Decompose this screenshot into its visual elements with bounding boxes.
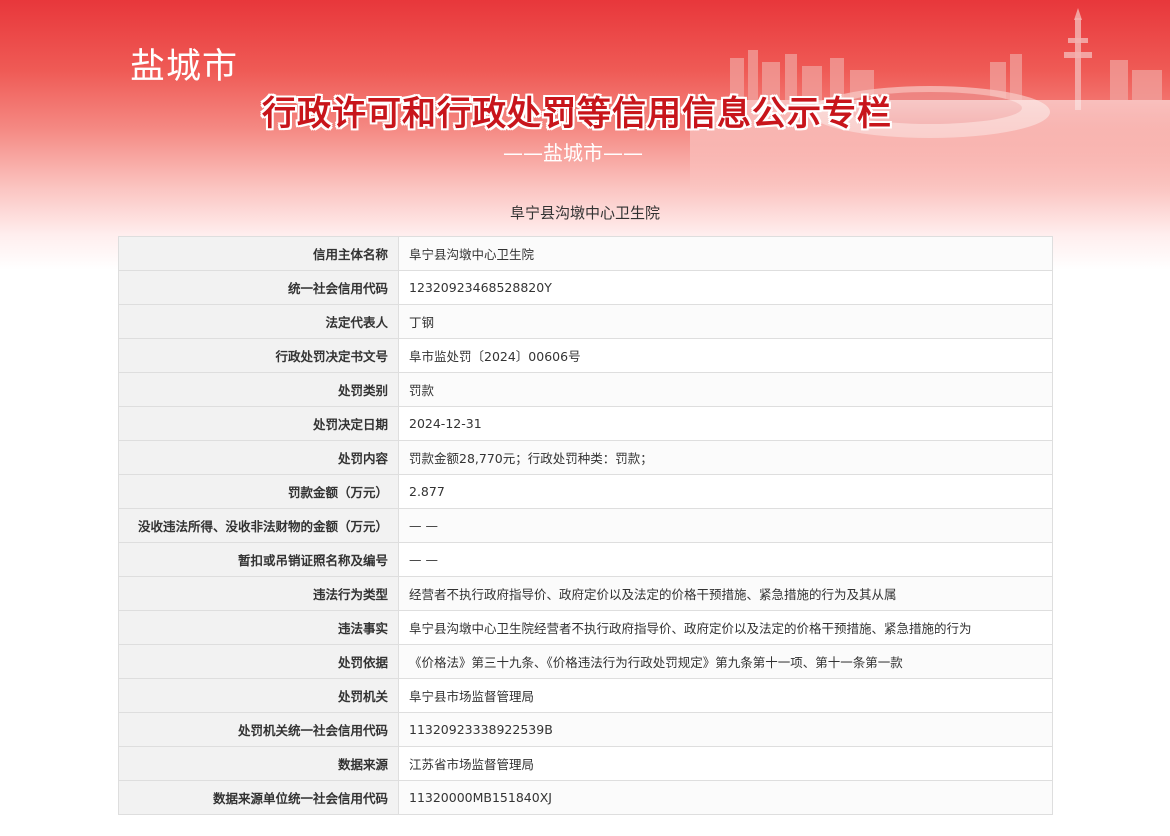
row-value: 11320000MB151840XJ — [398, 780, 1053, 815]
row-value: 阜宁县沟墩中心卫生院经营者不执行政府指导价、政府定价以及法定的价格干预措施、紧急… — [398, 610, 1053, 645]
table-row: 处罚机关统一社会信用代码 11320923338922539B — [118, 712, 1053, 747]
row-label: 数据来源单位统一社会信用代码 — [118, 780, 399, 815]
entity-heading: 阜宁县沟墩中心卫生院 — [509, 204, 660, 222]
table-row: 数据来源 江苏省市场监督管理局 — [118, 746, 1053, 781]
table-row: 暂扣或吊销证照名称及编号 — — — [118, 542, 1053, 577]
row-value: 《价格法》第三十九条、《价格违法行为行政处罚规定》第九条第十一项、第十一条第一款 — [398, 644, 1053, 679]
page-subtitle: ——盐城市—— — [503, 141, 643, 165]
city-name: 盐城市 — [130, 47, 239, 87]
table-row: 处罚依据 《价格法》第三十九条、《价格违法行为行政处罚规定》第九条第十一项、第十一… — [118, 644, 1053, 679]
table-row: 没收违法所得、没收非法财物的金额（万元） — — — [118, 508, 1053, 543]
row-value: — — — [398, 508, 1053, 543]
row-value: 丁钢 — [398, 304, 1053, 339]
row-value: 江苏省市场监督管理局 — [398, 746, 1053, 781]
row-label: 法定代表人 — [118, 304, 399, 339]
row-label: 行政处罚决定书文号 — [118, 338, 399, 373]
row-label: 数据来源 — [118, 746, 399, 781]
row-value: 2.877 — [398, 474, 1053, 509]
row-label: 统一社会信用代码 — [118, 270, 399, 305]
table-row: 法定代表人 丁钢 — [118, 304, 1053, 339]
table-row: 违法事实 阜宁县沟墩中心卫生院经营者不执行政府指导价、政府定价以及法定的价格干预措… — [118, 610, 1053, 645]
row-value: 罚款 — [398, 372, 1053, 407]
row-label: 违法行为类型 — [118, 576, 399, 611]
table-row: 信用主体名称 阜宁县沟墩中心卫生院 — [118, 236, 1053, 271]
row-value: 11320923338922539B — [398, 712, 1053, 747]
table-row: 处罚类别 罚款 — [118, 372, 1053, 407]
page-title: 行政许可和行政处罚等信用信息公示专栏 — [262, 94, 892, 134]
row-value: 阜宁县市场监督管理局 — [398, 678, 1053, 713]
row-value: — — — [398, 542, 1053, 577]
row-label: 罚款金额（万元） — [118, 474, 399, 509]
row-value: 阜宁县沟墩中心卫生院 — [398, 236, 1053, 271]
row-label: 处罚类别 — [118, 372, 399, 407]
row-label: 信用主体名称 — [118, 236, 399, 271]
row-label: 处罚决定日期 — [118, 406, 399, 441]
credit-info-table: 信用主体名称 阜宁县沟墩中心卫生院 统一社会信用代码 123209234685288… — [118, 236, 1053, 815]
row-label: 处罚机关统一社会信用代码 — [118, 712, 399, 747]
row-label: 违法事实 — [118, 610, 399, 645]
header-banner: 盐城市 行政许可和行政处罚等信用信息公示专栏 ——盐城市—— — [0, 0, 1170, 270]
row-label: 处罚机关 — [118, 678, 399, 713]
table-row: 罚款金额（万元） 2.877 — [118, 474, 1053, 509]
row-value: 经营者不执行政府指导价、政府定价以及法定的价格干预措施、紧急措施的行为及其从属 — [398, 576, 1053, 611]
row-value: 12320923468528820Y — [398, 270, 1053, 305]
row-label: 处罚依据 — [118, 644, 399, 679]
table-row: 违法行为类型 经营者不执行政府指导价、政府定价以及法定的价格干预措施、紧急措施的行… — [118, 576, 1053, 611]
row-label: 处罚内容 — [118, 440, 399, 475]
table-row: 统一社会信用代码 12320923468528820Y — [118, 270, 1053, 305]
table-row: 处罚内容 罚款金额28,770元；行政处罚种类：罚款； — [118, 440, 1053, 475]
row-label: 暂扣或吊销证照名称及编号 — [118, 542, 399, 577]
row-label: 没收违法所得、没收非法财物的金额（万元） — [118, 508, 399, 543]
table-row: 处罚机关 阜宁县市场监督管理局 — [118, 678, 1053, 713]
row-value: 阜市监处罚〔2024〕00606号 — [398, 338, 1053, 373]
row-value: 2024-12-31 — [398, 406, 1053, 441]
table-row: 数据来源单位统一社会信用代码 11320000MB151840XJ — [118, 780, 1053, 815]
table-row: 处罚决定日期 2024-12-31 — [118, 406, 1053, 441]
row-value: 罚款金额28,770元；行政处罚种类：罚款； — [398, 440, 1053, 475]
table-row: 行政处罚决定书文号 阜市监处罚〔2024〕00606号 — [118, 338, 1053, 373]
